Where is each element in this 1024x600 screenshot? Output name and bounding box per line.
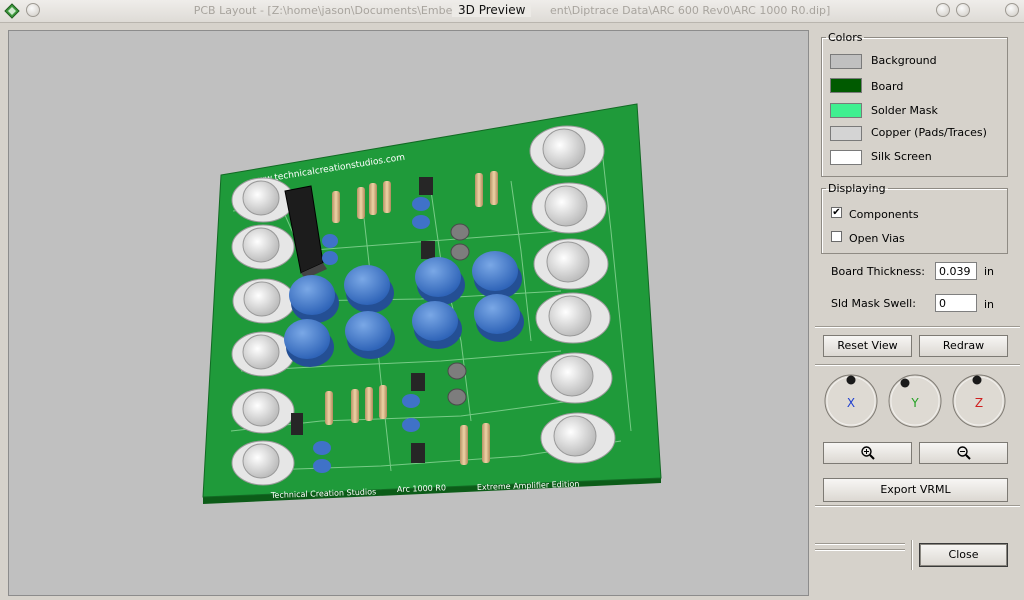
copper-color-label: Copper (Pads/Traces) — [871, 126, 987, 139]
open-vias-label: Open Vias — [849, 232, 905, 245]
board-thickness-field[interactable] — [935, 262, 977, 280]
background-color-swatch[interactable] — [830, 54, 862, 69]
redraw-button[interactable]: Redraw — [919, 335, 1008, 357]
grip-line — [815, 543, 905, 545]
solder-mask-color-swatch[interactable] — [830, 103, 862, 118]
dialog-title: 3D Preview — [452, 3, 532, 17]
board-color-label: Board — [871, 80, 904, 93]
sld-mask-swell-field[interactable] — [935, 294, 977, 312]
3d-viewport[interactable]: www.technicalcreationstudios.com Technic… — [8, 30, 809, 596]
zoom-out-icon — [956, 446, 971, 460]
z-axis-label: Z — [975, 396, 983, 410]
reset-view-button[interactable]: Reset View — [823, 335, 912, 357]
colors-group-label: Colors — [828, 31, 863, 44]
components-checkbox[interactable]: ✔ — [831, 207, 842, 218]
close-window-icon[interactable] — [1005, 3, 1019, 17]
minimize-icon[interactable] — [936, 3, 950, 17]
copper-color-swatch[interactable] — [830, 126, 862, 141]
rotate-y-dial[interactable]: Y — [887, 373, 943, 429]
separator — [815, 326, 1020, 328]
displaying-group-label: Displaying — [828, 182, 886, 195]
separator — [815, 505, 1020, 507]
board-footer-mid: Arc 1000 R0 — [397, 483, 446, 494]
separator — [815, 364, 1020, 366]
export-vrml-button[interactable]: Export VRML — [823, 478, 1008, 502]
components-label: Components — [849, 208, 919, 221]
grip-line — [815, 549, 905, 551]
sld-mask-swell-unit: in — [984, 298, 995, 311]
open-vias-checkbox[interactable] — [831, 231, 842, 242]
maximize-icon[interactable] — [956, 3, 970, 17]
grip-divider — [911, 540, 913, 570]
settings-panel: Colors Background Board Solder Mask Copp… — [815, 26, 1020, 596]
board-color-swatch[interactable] — [830, 78, 862, 93]
board-thickness-label: Board Thickness: — [831, 265, 925, 278]
silk-screen-color-swatch[interactable] — [830, 150, 862, 165]
rotate-x-dial[interactable]: X — [823, 373, 879, 429]
y-axis-label: Y — [910, 396, 919, 410]
zoom-in-icon — [860, 446, 875, 460]
zoom-out-button[interactable] — [919, 442, 1008, 464]
title-bar: PCB Layout - [Z:\home\jason\Documents\Em… — [0, 0, 1024, 23]
close-button[interactable]: Close — [919, 543, 1008, 567]
sld-mask-swell-label: Sld Mask Swell: — [831, 297, 916, 310]
board-thickness-unit: in — [984, 265, 995, 278]
silk-screen-color-label: Silk Screen — [871, 150, 932, 163]
x-axis-label: X — [847, 396, 855, 410]
solder-mask-color-label: Solder Mask — [871, 104, 938, 117]
rotate-z-dial[interactable]: Z — [951, 373, 1007, 429]
zoom-in-button[interactable] — [823, 442, 912, 464]
pcb-3d-render[interactable]: www.technicalcreationstudios.com Technic… — [9, 31, 808, 595]
background-color-label: Background — [871, 54, 937, 67]
